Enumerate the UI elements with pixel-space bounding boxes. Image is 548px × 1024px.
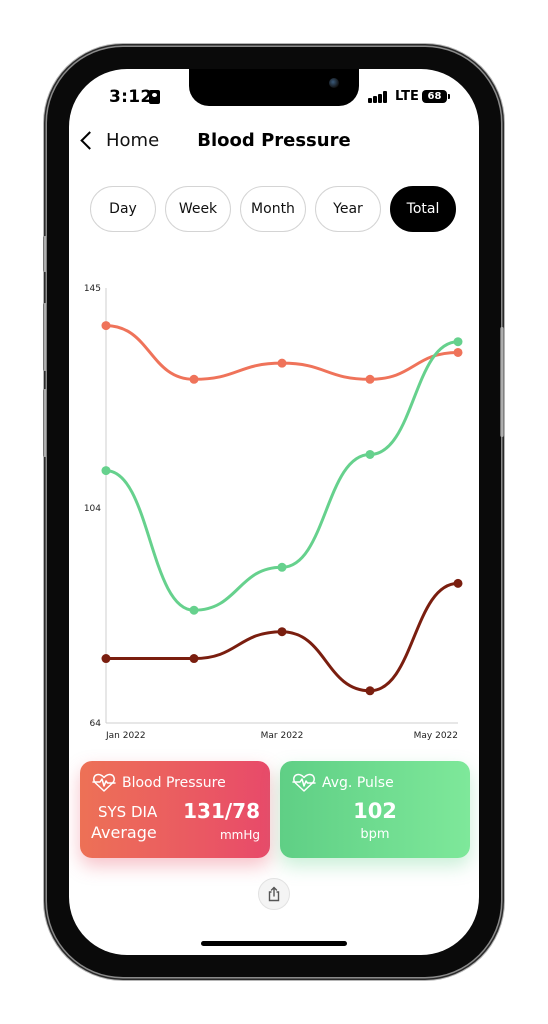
series-pulse (101, 337, 463, 615)
camera-icon (329, 78, 339, 88)
mute-switch (43, 236, 47, 272)
data-point-systolic[interactable] (101, 321, 111, 331)
data-point-pulse[interactable] (453, 337, 463, 347)
data-point-diastolic[interactable] (453, 578, 463, 588)
signal-icon (368, 91, 390, 103)
volume-up-button (43, 303, 47, 371)
x-tick-label: Mar 2022 (261, 731, 304, 741)
pulse-value: 102 (353, 799, 397, 823)
share-icon (268, 886, 280, 902)
tab-week[interactable]: Week (165, 186, 231, 232)
pulse-card[interactable]: Avg. Pulse 102 bpm (280, 761, 470, 858)
y-tick-label: 145 (84, 284, 101, 294)
bp-label-line2: Average (91, 823, 157, 842)
tab-year[interactable]: Year (315, 186, 381, 232)
data-point-diastolic[interactable] (277, 627, 287, 637)
page-title: Blood Pressure (197, 130, 351, 151)
blood-pressure-card-title: Blood Pressure (122, 775, 226, 791)
battery-level: 68 (427, 91, 442, 102)
pulse-unit: bpm (360, 827, 390, 842)
tab-month[interactable]: Month (240, 186, 306, 232)
contact-card-icon (149, 90, 160, 104)
battery-icon: 68 (422, 90, 450, 103)
power-button (500, 327, 504, 437)
data-point-diastolic[interactable] (189, 654, 199, 664)
data-point-pulse[interactable] (189, 605, 199, 615)
series-diastolic (101, 578, 463, 696)
status-time: 3:12 (109, 87, 153, 107)
x-tick-label: May 2022 (414, 731, 458, 741)
data-point-diastolic[interactable] (365, 686, 375, 696)
screen: 3:12 LTE 68 Home Blood Pressure Day Week… (69, 69, 479, 955)
data-point-systolic[interactable] (189, 374, 199, 384)
series-line-systolic (104, 324, 460, 381)
notch (189, 69, 359, 106)
y-tick-label: 104 (84, 504, 101, 514)
line-chart: 145 104 64 Jan 2022 Mar 2022 May 2022 (84, 284, 463, 741)
tab-total[interactable]: Total (390, 186, 456, 232)
data-point-systolic[interactable] (277, 358, 287, 368)
volume-down-button (43, 389, 47, 457)
bp-unit: mmHg (219, 828, 260, 842)
heart-pulse-icon (292, 773, 316, 792)
series-systolic (101, 321, 463, 384)
bp-label-line1: SYS DIA (98, 803, 158, 821)
data-point-pulse[interactable] (277, 562, 287, 572)
period-tabs: Day Week Month Year Total (90, 186, 456, 232)
series-line-diastolic (104, 581, 460, 693)
data-point-systolic[interactable] (365, 374, 375, 384)
data-point-systolic[interactable] (453, 347, 463, 357)
x-tick-label: Jan 2022 (105, 731, 146, 741)
heart-pulse-icon (92, 773, 116, 792)
network-type: LTE (395, 89, 419, 104)
data-point-pulse[interactable] (365, 449, 375, 459)
data-point-diastolic[interactable] (101, 654, 111, 664)
home-indicator[interactable] (201, 941, 347, 946)
data-point-pulse[interactable] (101, 466, 111, 476)
blood-pressure-card[interactable]: Blood Pressure SYS DIA Average 131/78 mm… (80, 761, 270, 858)
share-button[interactable] (258, 878, 290, 910)
pulse-card-title: Avg. Pulse (322, 775, 394, 791)
y-tick-label: 64 (90, 719, 102, 729)
bp-value: 131/78 (183, 799, 260, 823)
tab-day[interactable]: Day (90, 186, 156, 232)
